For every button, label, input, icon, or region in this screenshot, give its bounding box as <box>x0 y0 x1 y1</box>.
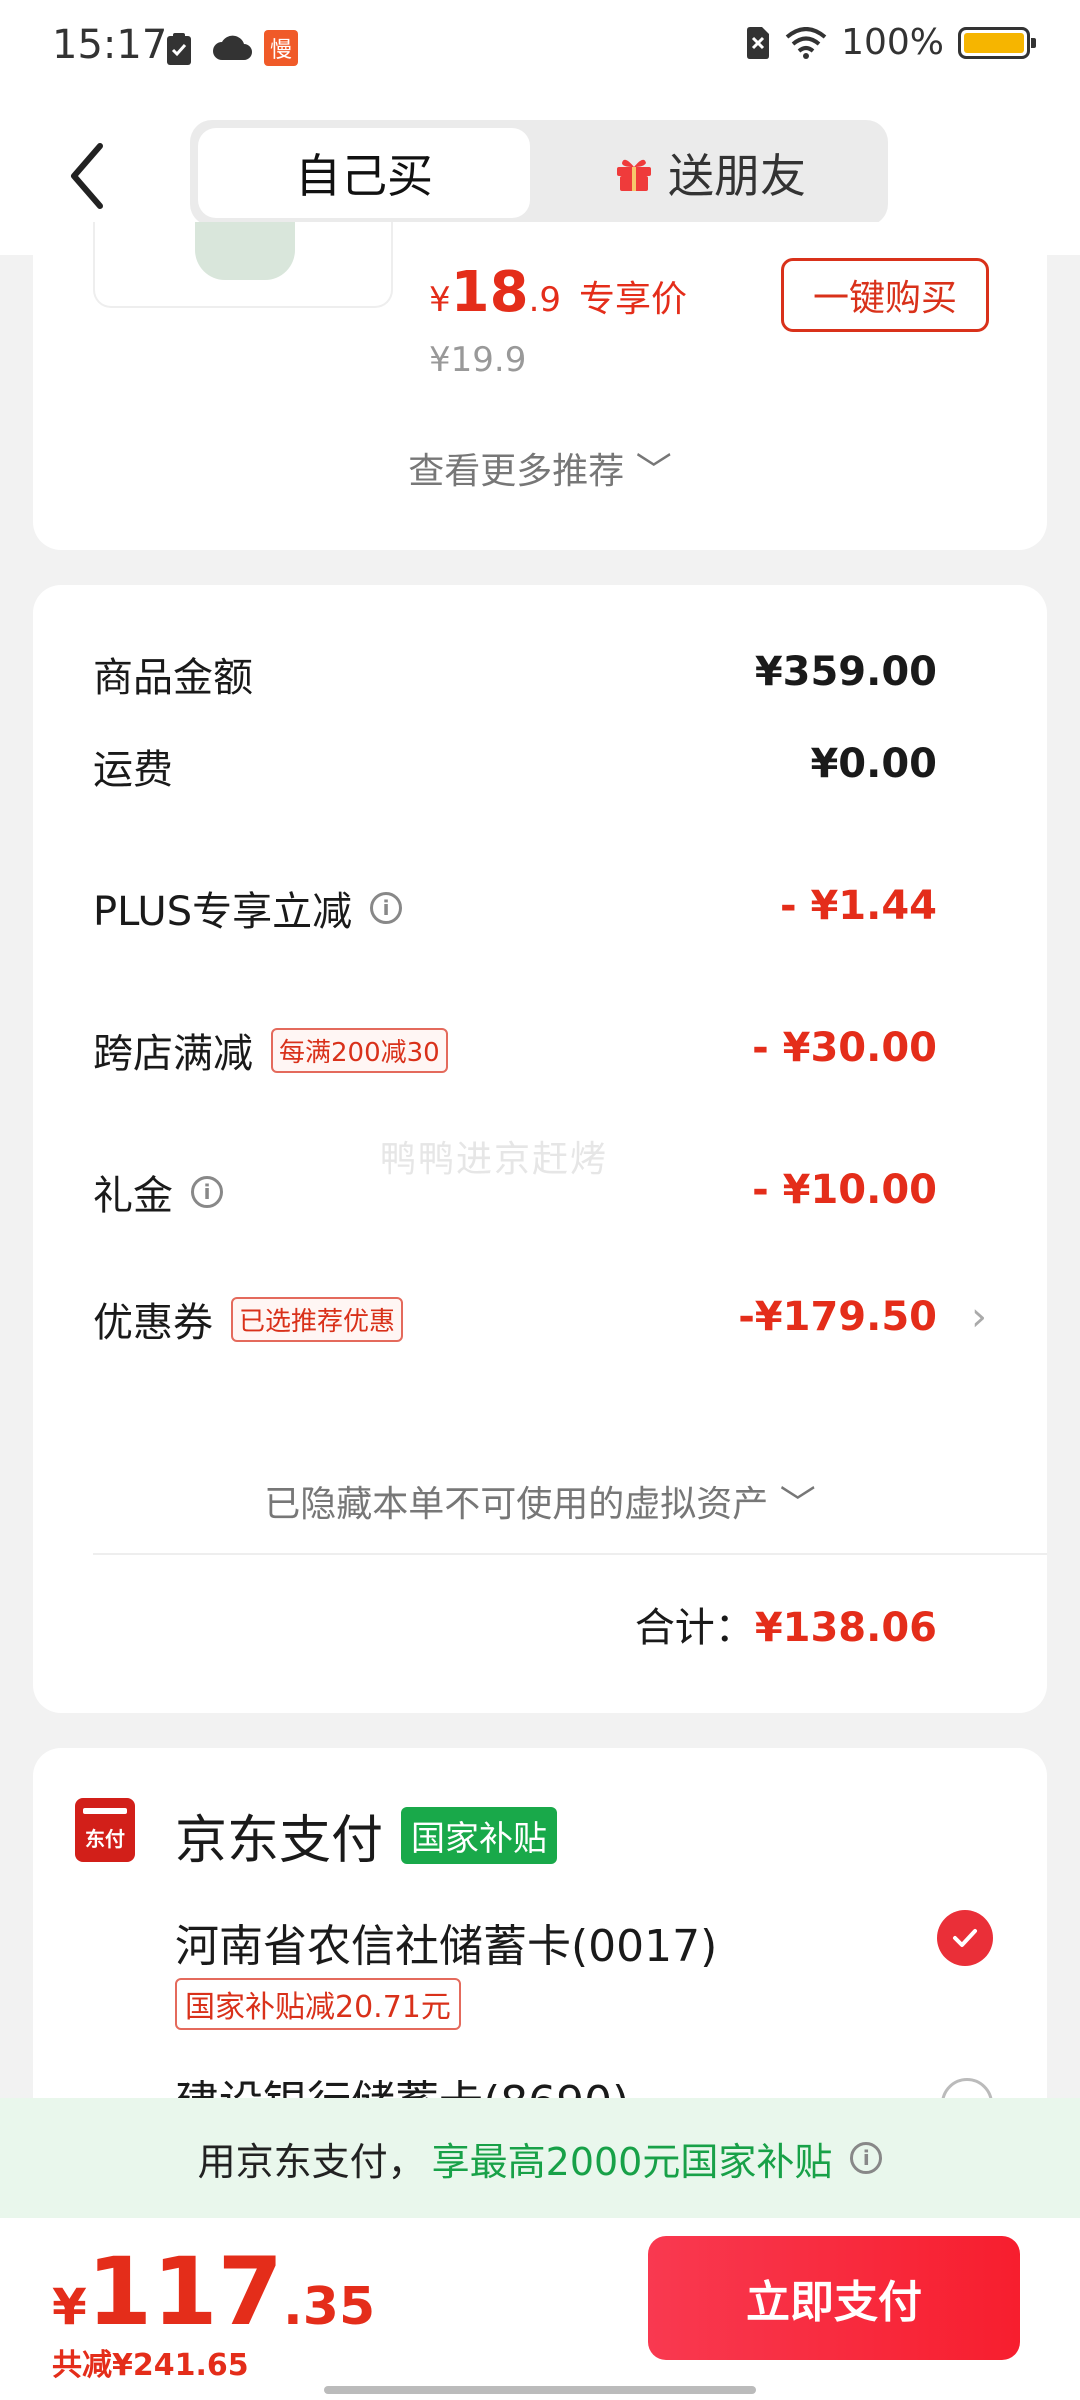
back-icon[interactable] <box>60 136 120 216</box>
national-subsidy-badge: 国家补贴 <box>401 1807 558 1864</box>
divider <box>93 1553 1047 1555</box>
summary-row-cross-store-discount: 跨店满减 每满200减30 - ¥30.00 <box>93 1021 987 1081</box>
recommended-coupon-chip: 已选推荐优惠 <box>231 1296 404 1342</box>
row-value: ¥359.00 <box>754 649 937 695</box>
promo-highlight: 享最高2000元国家补贴 <box>431 2139 833 2184</box>
row-label: PLUS专享立减 <box>93 889 353 935</box>
pay-now-button[interactable]: 立即支付 <box>648 2236 1020 2360</box>
price-integer: 18 <box>450 260 529 325</box>
info-icon[interactable]: i <box>370 892 403 924</box>
sim-off-icon <box>747 26 770 59</box>
amount-symbol: ¥ <box>52 2278 87 2336</box>
subsidy-promo-bar: 用京东支付， 享最高2000元国家补贴 i <box>0 2098 1080 2218</box>
jd-pay-icon: 东付 <box>75 1798 135 1862</box>
info-icon[interactable]: i <box>850 2142 883 2174</box>
row-label: 商品金额 <box>93 655 253 701</box>
cloud-icon <box>213 35 252 60</box>
home-indicator[interactable] <box>324 2386 756 2394</box>
recommend-price: ¥18.9 专享价 <box>429 260 687 325</box>
exclusive-price-tag: 专享价 <box>579 279 688 320</box>
tab-label: 送朋友 <box>668 149 806 203</box>
status-time: 15:17 <box>52 22 168 68</box>
discount-rule-chip: 每满200减30 <box>271 1027 448 1073</box>
total-value: ¥138.06 <box>754 1605 937 1651</box>
tab-label: 自己买 <box>295 149 433 203</box>
price-decimal: .9 <box>528 280 562 320</box>
payment-option-henan-card[interactable]: 河南省农信社储蓄卡(0017) <box>175 1910 717 1974</box>
price-symbol: ¥ <box>429 280 451 320</box>
row-label: 优惠券 <box>93 1300 213 1346</box>
chevron-right-icon: › <box>971 1294 987 1340</box>
payment-title: 京东支付 <box>175 1811 384 1871</box>
tab-gift-friend[interactable]: 送朋友 <box>540 128 880 218</box>
one-click-buy-button[interactable]: 一键购买 <box>781 258 989 332</box>
status-bar: 15:17 慢 100% <box>0 0 1080 100</box>
tab-buy-for-self[interactable]: 自己买 <box>198 128 530 218</box>
order-total: 合计：¥138.06 <box>635 1595 937 1653</box>
row-value: -¥179.50 <box>738 1294 937 1340</box>
subsidy-discount-chip: 国家补贴减20.71元 <box>175 1978 461 2030</box>
row-label: 礼金 <box>93 1173 173 1219</box>
purchase-mode-switch: 自己买 送朋友 <box>190 120 888 226</box>
total-saved: 共减¥241.65 <box>52 2348 249 2383</box>
original-price: ¥19.9 <box>429 340 527 380</box>
info-icon[interactable]: i <box>191 1176 223 1208</box>
payment-method-card: 东付 京东支付 国家补贴 河南省农信社储蓄卡(0017) 国家补贴减20.71元… <box>33 1748 1047 2130</box>
jd-pay-title: 京东支付 国家补贴 <box>175 1798 558 1873</box>
amount-integer: 117 <box>86 2238 284 2347</box>
wifi-icon <box>785 26 827 59</box>
watermark-text: 鸭鸭进京赶烤 <box>380 1139 609 1180</box>
summary-row-goods-amount: 商品金额 ¥359.00 <box>93 645 987 705</box>
summary-row-plus-discount: PLUS专享立减 i - ¥1.44 <box>93 879 987 939</box>
row-label: 跨店满减 <box>93 1031 253 1077</box>
recommend-card: ¥18.9 专享价 ¥19.9 一键购买 查看更多推荐 ﹀ <box>33 222 1047 550</box>
pay-amount: ¥117.35 <box>52 2238 375 2347</box>
summary-row-coupon[interactable]: 优惠券 已选推荐优惠 -¥179.50 › <box>93 1290 987 1350</box>
row-value: - ¥10.00 <box>752 1167 937 1213</box>
product-thumbnail[interactable] <box>93 222 393 308</box>
svg-text:慢: 慢 <box>270 38 292 63</box>
selected-check-icon[interactable] <box>937 1910 993 1966</box>
promo-text: 用京东支付， <box>197 2139 426 2184</box>
hidden-assets-toggle[interactable]: 已隐藏本单不可使用的虚拟资产 ﹀ <box>33 1475 1047 1527</box>
gift-icon <box>617 159 651 191</box>
row-value: - ¥30.00 <box>752 1025 937 1071</box>
amount-decimal: .35 <box>283 2277 376 2337</box>
see-more-recommend-link[interactable]: 查看更多推荐 ﹀ <box>33 442 1047 494</box>
row-value: ¥0.00 <box>810 741 937 787</box>
checkout-bar: ¥117.35 共减¥241.65 立即支付 <box>0 2218 1080 2400</box>
total-label: 合计： <box>634 1605 755 1651</box>
battery-percent: 100% <box>841 22 944 63</box>
row-value: - ¥1.44 <box>779 883 937 929</box>
battery-icon <box>958 26 1036 59</box>
row-label: 运费 <box>93 747 173 793</box>
summary-row-shipping: 运费 ¥0.00 <box>93 737 987 797</box>
app-notification-icon: 慢 <box>264 30 298 66</box>
clipboard-check-icon <box>167 33 191 65</box>
